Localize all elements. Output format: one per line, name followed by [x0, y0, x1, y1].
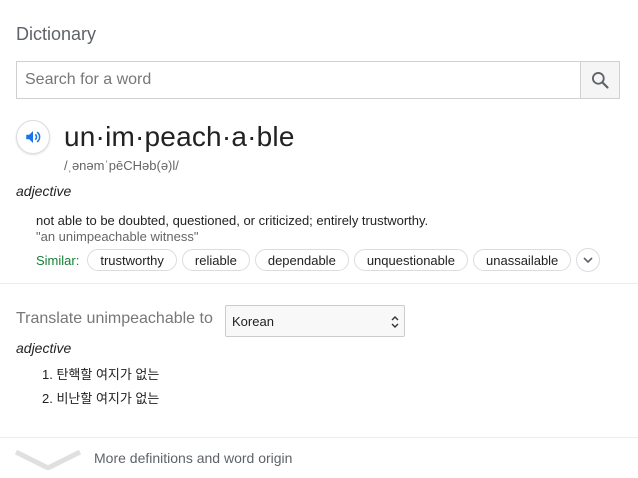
translation-item: 2. 비난할 여지가 없는	[42, 391, 160, 406]
part-of-speech: adjective	[16, 183, 72, 199]
chevron-down-icon	[583, 257, 593, 264]
dictionary-card: Dictionary un·im·peach·a·ble /ˌənəmˈpēCH…	[0, 0, 638, 478]
similar-chip-trustworthy[interactable]: trustworthy	[87, 249, 177, 271]
select-arrows-icon	[391, 316, 399, 328]
section-divider	[0, 283, 638, 284]
search-input[interactable]	[17, 62, 580, 98]
similar-chip-reliable[interactable]: reliable	[181, 249, 250, 271]
language-select[interactable]: Korean	[225, 305, 405, 337]
language-select-value: Korean	[232, 313, 274, 329]
search-button[interactable]	[580, 62, 619, 98]
translation-item: 1. 탄핵할 여지가 없는	[42, 367, 160, 382]
translation-part-of-speech: adjective	[16, 340, 72, 356]
translate-label: Translate unimpeachable to	[16, 310, 213, 327]
similar-words-row: Similar: trustworthy reliable dependable…	[36, 248, 601, 272]
more-definitions-link[interactable]: More definitions and word origin	[0, 438, 638, 478]
similar-chip-unquestionable[interactable]: unquestionable	[353, 249, 469, 271]
speaker-icon	[26, 131, 41, 143]
definition-text: not able to be doubted, questioned, or c…	[36, 213, 429, 228]
translation-list: 1. 탄핵할 여지가 없는 2. 비난할 여지가 없는	[42, 366, 159, 414]
similar-label: Similar:	[36, 252, 80, 268]
panel-title: Dictionary	[16, 24, 97, 44]
search-box	[16, 61, 620, 99]
pronunciation-button[interactable]	[16, 120, 50, 154]
similar-chip-dependable[interactable]: dependable	[254, 249, 349, 271]
phonetic-spelling: /ˌənəmˈpēCHəb(ə)l/	[64, 158, 179, 173]
more-definitions-label: More definitions and word origin	[94, 450, 293, 466]
headword: un·im·peach·a·ble	[64, 121, 295, 152]
similar-chip-unassailable[interactable]: unassailable	[473, 249, 572, 271]
chevron-down-large-icon	[14, 449, 82, 470]
example-text: "an unimpeachable witness"	[36, 229, 199, 244]
expand-similar-button[interactable]	[576, 248, 601, 272]
search-icon	[592, 72, 609, 89]
